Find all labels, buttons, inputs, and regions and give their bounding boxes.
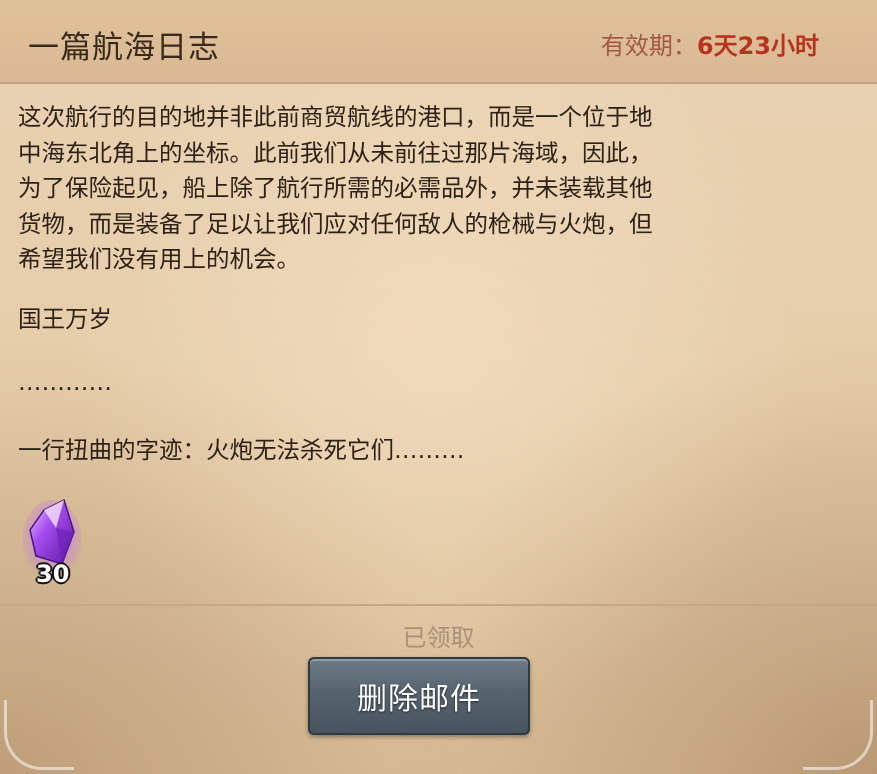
expiry-value: 6天23小时 [696,32,819,60]
ornament-corner [4,700,74,770]
body-line: 这次航行的目的地并非此前商贸航线的港口，而是一个位于地 [18,103,653,131]
delete-mail-label: 删除邮件 [357,682,481,717]
mail-body: 这次航行的目的地并非此前商贸航线的港口，而是一个位于地 中海东北角上的坐标。此前… [18,100,818,464]
mail-header: 一篇航海日志 有效期：6天23小时 [0,0,877,84]
body-line: 为了保险起见，船上除了航行所需的必需品外，并未装载其他 [18,174,653,202]
long-live-line: 国王万岁 [18,305,112,333]
expiry-info: 有效期：6天23小时 [601,26,819,61]
body-line: 货物，而是装备了足以让我们应对任何敌人的枪械与火炮，但 [18,209,653,238]
mail-title: 一篇航海日志 [28,30,220,66]
footer-divider [0,604,877,606]
twisted-writing-line: 一行扭曲的字迹：火炮无法杀死它们……… [18,436,465,464]
ellipsis-line: ………… [18,368,112,396]
body-line: 希望我们没有用上的机会。 [18,245,300,273]
mail-panel: 一篇航海日志 有效期：6天23小时 这次航行的目的地并非此前商贸航线的港口，而是… [0,0,877,774]
reward-count: 30 [36,560,70,588]
body-line: 中海东北角上的坐标。此前我们从未前往过那片海域，因此， [18,138,653,167]
delete-mail-button[interactable]: 删除邮件 [308,657,530,735]
reward-item[interactable]: 30 [22,498,86,594]
expiry-label: 有效期： [600,32,697,60]
claimed-status: 已领取 [402,624,475,652]
ornament-corner [803,700,873,770]
